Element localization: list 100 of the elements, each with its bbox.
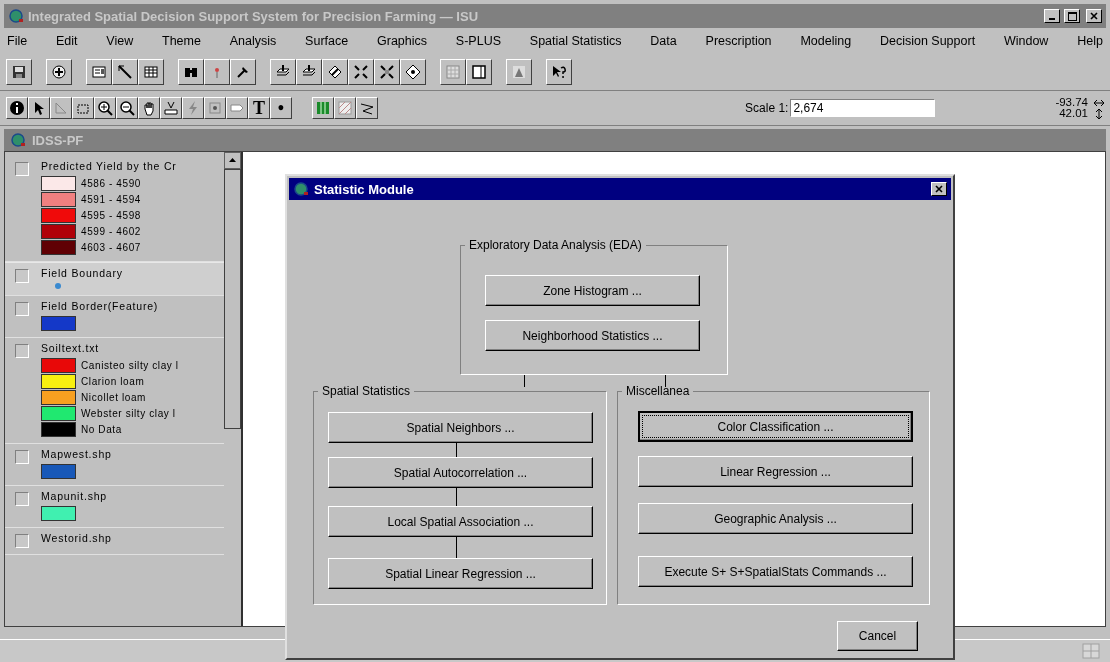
menu-item[interactable]: S-PLUS	[454, 34, 502, 48]
horizontal-arrow-icon	[1094, 98, 1104, 107]
dialog-button[interactable]: Geographic Analysis ...	[638, 503, 913, 534]
layer-checkbox[interactable]	[15, 450, 29, 464]
toolbar-button[interactable]	[6, 97, 28, 119]
legend-layer[interactable]: Westorid.shp	[5, 528, 224, 555]
toolbar-button[interactable]	[322, 59, 348, 85]
toolbar-button[interactable]	[182, 97, 204, 119]
toolbar-button[interactable]	[400, 59, 426, 85]
close-button[interactable]	[931, 182, 947, 196]
vertical-arrow-icon	[1094, 108, 1104, 119]
resize-grip-icon	[1082, 643, 1100, 659]
view-title: IDSS-PF	[32, 132, 84, 148]
legend-layer[interactable]: Mapunit.shp	[5, 486, 224, 528]
layer-name: Westorid.shp	[41, 532, 112, 544]
toolbar-button[interactable]	[204, 59, 230, 85]
legend-layer[interactable]: Field Boundary	[5, 262, 224, 296]
toolbar-button[interactable]	[138, 59, 164, 85]
toolbar-button[interactable]	[86, 59, 112, 85]
cancel-button[interactable]: Cancel	[837, 621, 918, 651]
class-label: 4591 - 4594	[81, 194, 141, 205]
toolbar-button[interactable]	[506, 59, 532, 85]
info-icon	[9, 100, 25, 116]
toolbar-button[interactable]	[160, 97, 182, 119]
toolbar-button[interactable]	[546, 59, 572, 85]
zoom-out-icon	[119, 100, 135, 116]
layer-checkbox[interactable]	[15, 162, 29, 176]
toolbar-button[interactable]	[312, 97, 334, 119]
hatch-icon	[337, 100, 353, 116]
menu-item[interactable]: Data	[649, 34, 678, 48]
toolbar-button[interactable]	[226, 97, 248, 119]
menu-item[interactable]: Graphics	[376, 34, 429, 48]
legend-layer[interactable]: Predicted Yield by the Cr 4586 - 4590 4591 - 4594 4595 - 4598 4599 - 4602 4603 - 4607	[5, 156, 224, 262]
toolbar-button[interactable]	[334, 97, 356, 119]
toolbar-button[interactable]	[116, 97, 138, 119]
toolbar-button[interactable]	[94, 97, 116, 119]
layer-checkbox[interactable]	[15, 492, 29, 506]
class-label: Nicollet loam	[81, 392, 147, 403]
x-coordinate: -93.74	[1055, 97, 1088, 108]
menu-item[interactable]: Surface	[304, 34, 350, 48]
menu-item[interactable]: View	[105, 34, 135, 48]
toolbar-button[interactable]	[138, 97, 160, 119]
text-tool-button[interactable]: T	[248, 97, 270, 119]
scrollbar-thumb[interactable]	[224, 169, 241, 429]
legend-layer[interactable]: Soiltext.txt Canisteo silty clay l Clarion loam Nicollet loam Webster silty clay l No Data	[5, 338, 224, 444]
toolbar-button[interactable]	[270, 59, 296, 85]
menu-item[interactable]: Spatial Statistics	[528, 34, 623, 48]
toolbar-button[interactable]	[6, 59, 32, 85]
toolbar-button[interactable]	[72, 97, 94, 119]
dialog-button[interactable]: Zone Histogram ...	[485, 275, 700, 306]
menu-item[interactable]: Analysis	[228, 34, 278, 48]
layer-checkbox[interactable]	[15, 269, 29, 283]
dialog-button[interactable]: Local Spatial Association ...	[328, 506, 593, 537]
dialog-button[interactable]: Spatial Autocorrelation ...	[328, 457, 593, 488]
class-label: Webster silty clay l	[81, 408, 176, 419]
dialog-button[interactable]: Linear Regression ...	[638, 456, 913, 487]
dialog-button[interactable]: Color Classification ...	[638, 411, 913, 442]
toolbar-button[interactable]	[356, 97, 378, 119]
dialog-button[interactable]: Neighborhood Statistics ...	[485, 320, 700, 351]
toolbar-button[interactable]	[50, 97, 72, 119]
toolbar-button[interactable]	[440, 59, 466, 85]
menu-item[interactable]: Prescription	[704, 34, 773, 48]
legend-layer[interactable]: Mapwest.shp	[5, 444, 224, 486]
close-button[interactable]	[1086, 9, 1102, 23]
hammer-icon	[235, 64, 251, 80]
layer-checkbox[interactable]	[15, 534, 29, 548]
menu-item[interactable]: Decision Support	[878, 34, 977, 48]
legend-layer[interactable]: Field Border(Feature)	[5, 296, 224, 338]
toolbar-button[interactable]	[204, 97, 226, 119]
table-icon	[143, 64, 159, 80]
minimize-button[interactable]	[1044, 9, 1060, 23]
dialog-button[interactable]: Execute S+ S+SpatialStats Commands ...	[638, 556, 913, 587]
toolbar-button[interactable]	[230, 59, 256, 85]
layer-name: Mapwest.shp	[41, 448, 112, 460]
scale-field[interactable]: 2,674	[790, 99, 936, 117]
toolbar-button[interactable]	[46, 59, 72, 85]
toolbar-button[interactable]	[178, 59, 204, 85]
menu-item[interactable]: Modeling	[799, 34, 853, 48]
scroll-up-button[interactable]	[224, 152, 241, 169]
menu-item[interactable]: Window	[1002, 34, 1050, 48]
toolbar-button[interactable]	[112, 59, 138, 85]
layer-name: Mapunit.shp	[41, 490, 107, 502]
toolbar-button[interactable]	[28, 97, 50, 119]
menu-item[interactable]: File	[6, 34, 29, 48]
toolbar-button[interactable]	[374, 59, 400, 85]
toolbar-button[interactable]	[466, 59, 492, 85]
layer-checkbox[interactable]	[15, 344, 29, 358]
layer-checkbox[interactable]	[15, 302, 29, 316]
dialog-button[interactable]: Spatial Linear Regression ...	[328, 558, 593, 589]
class-label: 4595 - 4598	[81, 210, 141, 221]
point-tool-button[interactable]: •	[270, 97, 292, 119]
menu-item[interactable]: Edit	[54, 34, 79, 48]
toolbar-button[interactable]	[296, 59, 322, 85]
toolbar-button[interactable]	[348, 59, 374, 85]
dialog-button[interactable]: Spatial Neighbors ...	[328, 412, 593, 443]
maximize-button[interactable]	[1064, 9, 1080, 23]
menu-item[interactable]: Help	[1076, 34, 1104, 48]
class-label: 4599 - 4602	[81, 226, 141, 237]
menu-item[interactable]: Theme	[161, 34, 202, 48]
parallel-bars-icon	[315, 100, 331, 116]
